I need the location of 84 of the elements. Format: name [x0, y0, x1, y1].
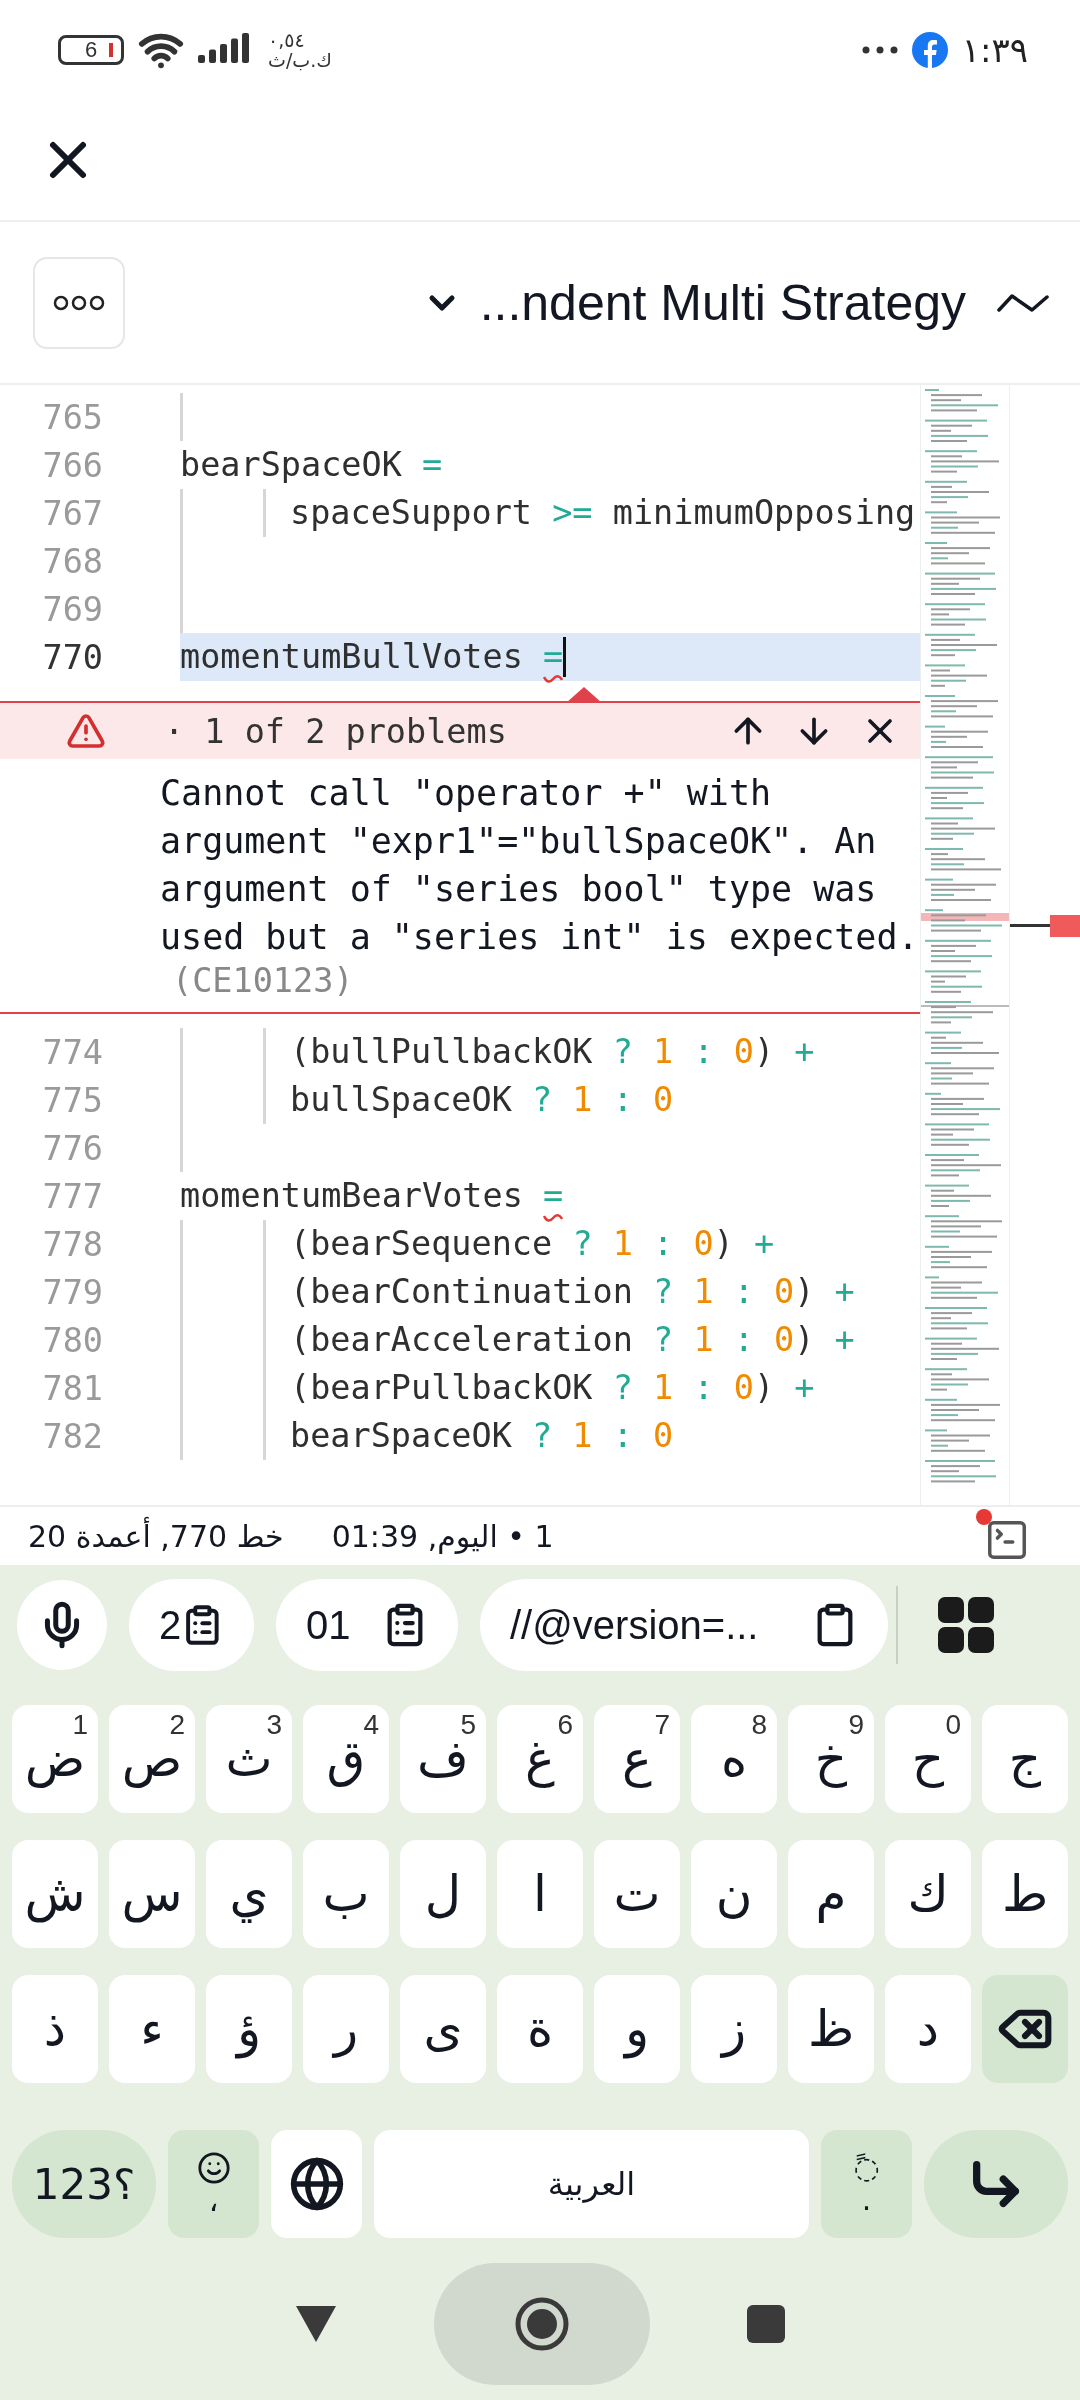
- smiley-icon: [196, 2151, 231, 2185]
- line-number: 781: [41, 1368, 103, 1408]
- line-number: 776: [41, 1128, 103, 1168]
- line-number: 775: [41, 1080, 103, 1120]
- warning-icon: [66, 711, 106, 751]
- code-line: bearSpaceOK ? 1 : 0: [289, 1415, 675, 1457]
- cursor-position: خط 770, أعمدة 20: [28, 1518, 284, 1554]
- code-line: momentumBearVotes =: [180, 1175, 565, 1217]
- code-line: (bearPullbackOK ? 1 : 0) +: [289, 1367, 816, 1409]
- keyboard-key[interactable]: ى: [400, 1975, 486, 2083]
- code-line: (bullPullbackOK ? 1 : 0) +: [289, 1031, 816, 1073]
- script-title[interactable]: ...ndent Multi Strategy: [479, 273, 966, 332]
- keyboard-key[interactable]: و: [594, 1975, 680, 2083]
- network-speed: ٠,٥٤ ك.ب/ث: [268, 30, 332, 70]
- problem-counter: · 1 of 2 problems: [164, 711, 508, 751]
- keyboard-key[interactable]: ي: [206, 1840, 292, 1948]
- globe-icon: [288, 2156, 345, 2212]
- line-number: 765: [41, 397, 103, 437]
- more-button[interactable]: [33, 256, 125, 349]
- code-line: (bearAcceleration ? 1 : 0) +: [289, 1319, 856, 1361]
- recents-icon[interactable]: [746, 2304, 786, 2344]
- keyboard-key[interactable]: ن: [691, 1840, 777, 1948]
- line-number: 782: [41, 1416, 103, 1456]
- keyboard-key[interactable]: ظ: [788, 1975, 874, 2083]
- keyboard-key[interactable]: ز: [691, 1975, 777, 2083]
- line-number: 774: [41, 1032, 103, 1072]
- keyboard-key[interactable]: د: [885, 1975, 971, 2083]
- change-history[interactable]: 1 • اليوم, 01:39: [331, 1518, 554, 1554]
- keyboard-key[interactable]: ش: [12, 1840, 98, 1948]
- clock-time: ١:٣٩: [961, 30, 1028, 70]
- line-number: 766: [41, 445, 103, 485]
- keyboard-key[interactable]: ؤ: [206, 1975, 292, 2083]
- backspace-key[interactable]: [982, 1975, 1068, 2083]
- keyboard-key[interactable]: ذ: [12, 1975, 98, 2083]
- space-key[interactable]: العربية: [374, 2130, 809, 2238]
- line-number: 777: [41, 1176, 103, 1216]
- key-label: .: [861, 2184, 872, 2216]
- scrollbar-marker: [1010, 915, 1080, 937]
- line-number: 768: [41, 541, 103, 581]
- back-icon[interactable]: [294, 2304, 338, 2344]
- keyboard-key[interactable]: ك: [885, 1840, 971, 1948]
- keyboard-key[interactable]: ة: [497, 1975, 583, 2083]
- code-line: (bearSequence ? 1 : 0) +: [289, 1223, 776, 1265]
- diacritic-key[interactable]: ◌ً .: [821, 2130, 912, 2238]
- keyboard-key[interactable]: ب: [303, 1840, 389, 1948]
- keyboard-key[interactable]: ر: [303, 1975, 389, 2083]
- symbols-key[interactable]: ؟123: [12, 2130, 156, 2238]
- keyboard-key[interactable]: ا: [497, 1840, 583, 1948]
- keyboard-key[interactable]: ء: [109, 1975, 195, 2083]
- line-number: 769: [41, 589, 103, 629]
- suggestion-text: 01: [306, 1602, 351, 1648]
- more-icon: [53, 294, 105, 311]
- line-number: 780: [41, 1320, 103, 1360]
- code-line: (bearContinuation ? 1 : 0) +: [289, 1271, 856, 1313]
- line-number: 778: [41, 1224, 103, 1264]
- line-number: 767: [41, 493, 103, 533]
- line-number: 770: [41, 637, 103, 677]
- facebook-icon: [911, 32, 948, 68]
- keyboard-key[interactable]: ج: [982, 1705, 1068, 1813]
- problem-message: Cannot call "operator +" with argument "expr1"="bullSpaceOK". An argument of "series bool" type was used but a "series int" is expected.: [160, 772, 920, 959]
- home-icon: [515, 2297, 569, 2351]
- error-code: (CE10123): [172, 961, 355, 1001]
- clipboard-suggestion[interactable]: 2: [129, 1579, 254, 1671]
- key-label: ◌ً: [853, 2152, 880, 2184]
- keyboard-key[interactable]: س: [109, 1840, 195, 1948]
- battery-icon: 6: [58, 35, 124, 65]
- language-key[interactable]: [271, 2130, 362, 2238]
- clipboard-suggestion[interactable]: //@version=...: [480, 1579, 888, 1671]
- emoji-key[interactable]: ،: [168, 2130, 259, 2238]
- more-notifications-icon: [861, 46, 898, 54]
- code-line: bearSpaceOK =: [180, 444, 444, 486]
- code-line: bullSpaceOK ? 1 : 0: [289, 1079, 675, 1121]
- key-label: ،: [208, 2185, 219, 2217]
- code-line: spaceSupport >= minimumOpposing: [289, 492, 917, 534]
- grid-icon[interactable]: [938, 1597, 994, 1653]
- keyboard-key[interactable]: ط: [982, 1840, 1068, 1948]
- keyboard-key[interactable]: ت: [594, 1840, 680, 1948]
- suggestion-text: //@version=...: [510, 1602, 759, 1648]
- line-number: 779: [41, 1272, 103, 1312]
- clipboard-suggestion[interactable]: 01: [276, 1579, 458, 1671]
- keyboard-key[interactable]: م: [788, 1840, 874, 1948]
- keyboard-key[interactable]: ل: [400, 1840, 486, 1948]
- suggestion-text: 2: [159, 1602, 182, 1648]
- text-cursor: [563, 637, 567, 677]
